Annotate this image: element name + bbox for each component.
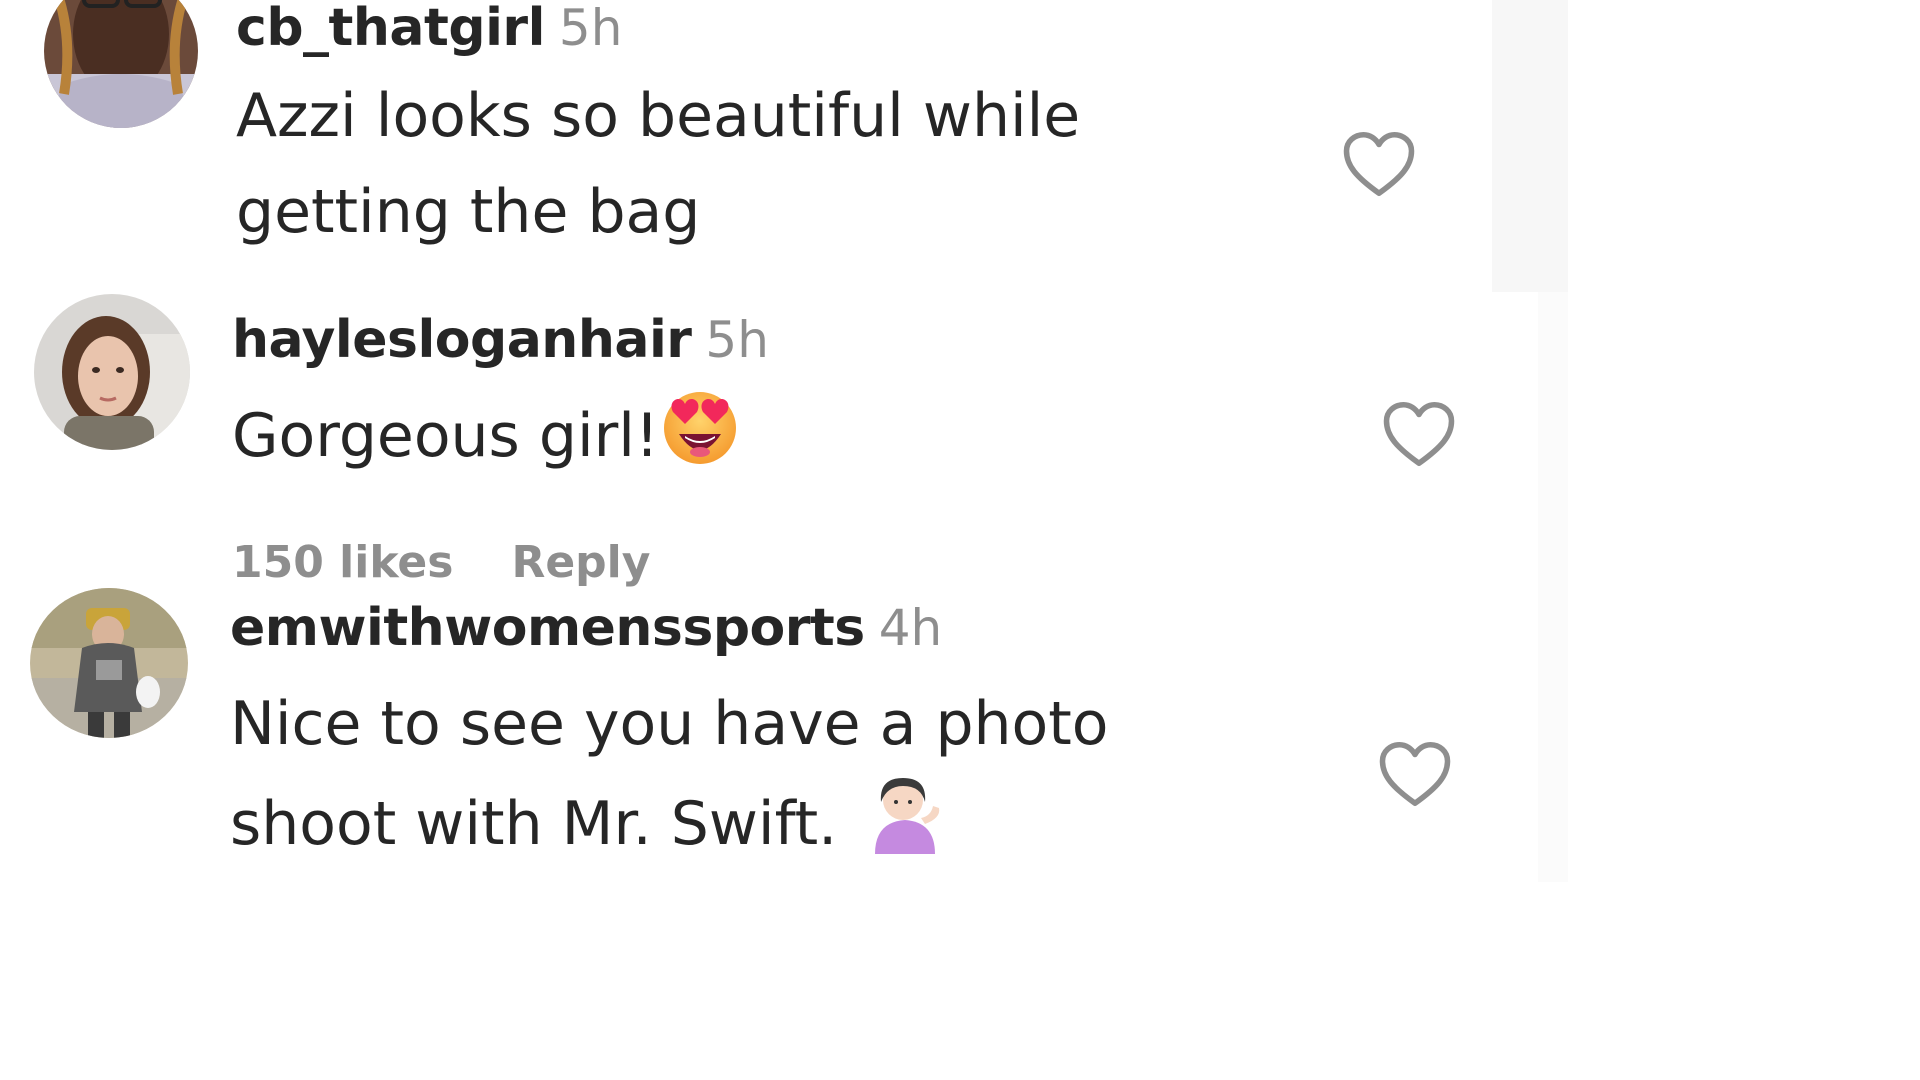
comment-username[interactable]: emwithwomenssports	[230, 598, 865, 658]
avatar[interactable]	[44, 0, 198, 128]
scroll-track[interactable]	[1492, 0, 1568, 292]
comment-time[interactable]: 5h	[705, 311, 769, 369]
likes-count[interactable]: 150 likes	[232, 537, 453, 588]
comments-panel: cb_thatgirl 5h Azzi looks so beautiful wh…	[0, 0, 1568, 882]
comment-username[interactable]: haylesloganhair	[232, 310, 692, 370]
comment-time[interactable]: 5h	[559, 0, 623, 57]
heart-outline-icon[interactable]	[1340, 128, 1418, 200]
comment-time[interactable]: 4h	[879, 599, 943, 657]
avatar-image	[30, 588, 188, 738]
comment-text: Azzi looks so beautiful while getting th…	[236, 68, 1080, 260]
scroll-track-lower[interactable]	[1538, 292, 1568, 882]
heart-outline-icon[interactable]	[1380, 398, 1458, 470]
comment-meta: 150 likes Reply	[232, 537, 650, 588]
comment-item: cb_thatgirl 5h Azzi looks so beautiful wh…	[0, 0, 1490, 292]
comment-text-line: Gorgeous girl!	[232, 401, 660, 471]
avatar-image	[44, 0, 198, 128]
comment-text: Gorgeous girl!	[232, 386, 741, 484]
avatar-image	[34, 294, 190, 450]
comment-item: emwithwomenssports 4h Nice to see you hav…	[0, 588, 1490, 882]
avatar[interactable]	[30, 588, 188, 738]
person-tipping-hand-emoji	[865, 772, 947, 854]
reply-button[interactable]: Reply	[511, 537, 650, 588]
comment-username[interactable]: cb_thatgirl	[236, 0, 545, 58]
comment-text-line: getting the bag	[236, 177, 701, 247]
comment-text-line: Nice to see you have a photo	[230, 689, 1109, 759]
comment-text-line: shoot with Mr. Swift.	[230, 789, 838, 859]
heart-eyes-emoji	[659, 386, 741, 466]
comment-item: haylesloganhair 5h Gorgeous girl!	[0, 292, 1490, 588]
heart-outline-icon[interactable]	[1376, 738, 1454, 810]
comment-text: Nice to see you have a photo shoot with …	[230, 676, 1109, 872]
avatar[interactable]	[34, 294, 190, 450]
comment-text-line: Azzi looks so beautiful while	[236, 81, 1081, 151]
